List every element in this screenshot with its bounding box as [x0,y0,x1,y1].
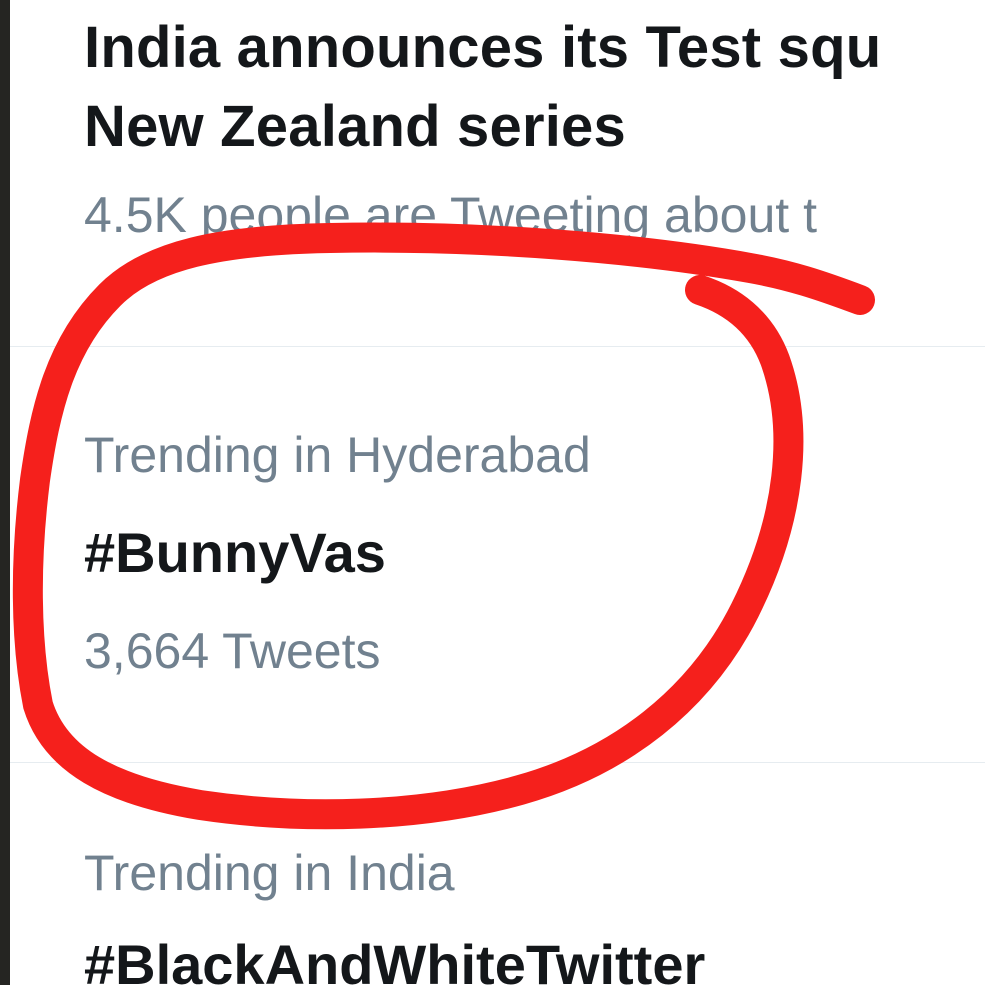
trend-hashtag: #BunnyVas [84,521,386,584]
trend-context: Trending in Hyderabad [84,427,591,483]
trend-hashtag: #BlackAndWhiteTwitter [84,933,706,996]
trend-context: Trending in India [84,845,455,901]
trend-title-line-1: India announces its Test squ [84,15,882,80]
divider [10,762,985,763]
divider [10,346,985,347]
trend-tweet-count: 3,664 Tweets [84,623,381,679]
trend-tweet-count: 4.5K people are Tweeting about t [84,187,817,243]
trend-title-line-2: New Zealand series [84,94,626,159]
screen-edge [0,0,10,985]
